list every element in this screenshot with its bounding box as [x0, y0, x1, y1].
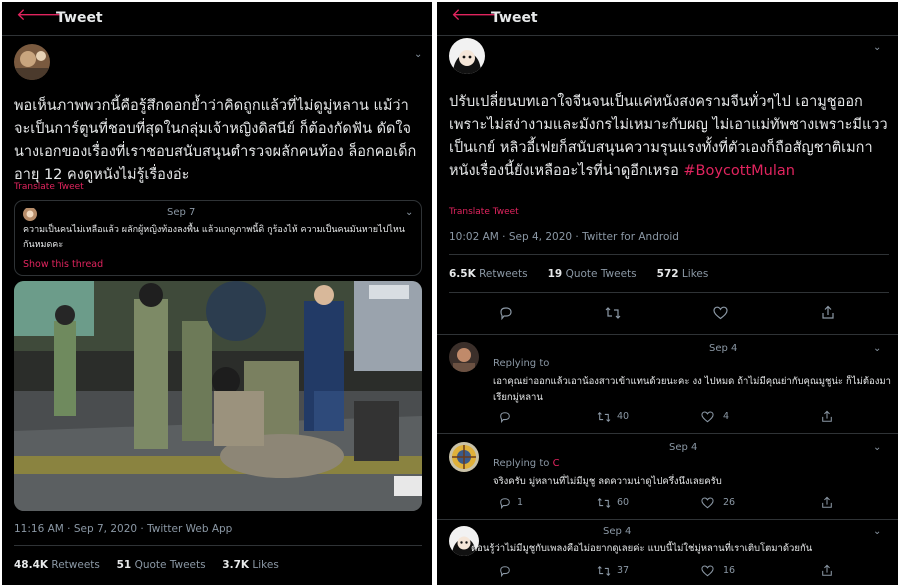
author-avatar[interactable]: [449, 38, 485, 74]
divider: [14, 545, 422, 546]
hashtag-link[interactable]: #BoycottMulan: [683, 163, 795, 179]
header-title: Tweet: [491, 10, 538, 26]
like-icon[interactable]: [713, 306, 728, 320]
reply-date: Sep 4: [709, 343, 738, 354]
tweet-text: พอเห็นภาพพวกนี้คือรู้สึกดอกย้ำว่าคิดถูกแ…: [14, 98, 417, 183]
like-count: 4: [723, 411, 730, 422]
replying-to: Replying to: [493, 358, 550, 369]
chevron-down-icon[interactable]: ⌄: [414, 49, 422, 60]
quoted-date: Sep 7: [167, 207, 196, 218]
like-icon[interactable]: [701, 565, 714, 577]
tweet-photo[interactable]: [14, 281, 422, 511]
quoted-text: ความเป็นคนไม่เหลือแล้ว ผลักผู้หญิงท้องลง…: [23, 225, 405, 250]
retweet-count: 60: [617, 497, 630, 508]
likes-stat[interactable]: 572 Likes: [657, 268, 709, 280]
share-icon[interactable]: [821, 410, 833, 423]
tweet-stats: 48.4K Retweets 51 Quote Tweets 3.7K Like…: [14, 559, 279, 571]
reply-text: เอาคุณย่าออกแล้วเอาน้องสาวเข้าแทนด้วยนะค…: [493, 376, 891, 403]
retweet-icon[interactable]: [597, 411, 611, 423]
chevron-down-icon[interactable]: ⌄: [873, 343, 881, 354]
tweet-text: ปรับเปลี่ยนบทเอาใจจีนจนเป็นแค่หนังสงคราม…: [449, 94, 888, 179]
retweets-stat[interactable]: 48.4K Retweets: [14, 559, 100, 571]
reply-text: จริงครับ มู่หลานที่ไม่มีมูชู ลดความน่าดู…: [493, 476, 722, 487]
divider: [437, 519, 898, 520]
quote-tweets-stat[interactable]: 19 Quote Tweets: [548, 268, 637, 280]
like-count: 26: [723, 497, 736, 508]
divider: [449, 292, 889, 293]
tweet-timestamp: 11:16 AM · Sep 7, 2020 · Twitter Web App: [14, 523, 233, 535]
share-icon[interactable]: [821, 496, 833, 509]
replying-to: Replying to C: [493, 458, 560, 469]
header-title: Tweet: [56, 10, 103, 26]
back-arrow-icon[interactable]: 🡐: [451, 5, 497, 25]
like-icon[interactable]: [701, 497, 714, 509]
chevron-down-icon[interactable]: ⌄: [873, 442, 881, 453]
chevron-down-icon[interactable]: ⌄: [873, 526, 881, 537]
reply-text: ตอนรู้ว่าไม่มีมูชูกับเพลงคือไม่อยากดูเลย…: [471, 543, 813, 554]
retweet-count: 40: [617, 411, 630, 422]
reply-avatar[interactable]: [449, 442, 479, 472]
retweet-icon[interactable]: [605, 306, 621, 320]
reply-date: Sep 4: [603, 526, 632, 537]
chevron-down-icon[interactable]: ⌄: [405, 207, 413, 218]
show-thread-link[interactable]: Show this thread: [23, 259, 103, 270]
retweet-icon[interactable]: [597, 565, 611, 577]
quoted-tweet[interactable]: Sep 7 ⌄ ความเป็นคนไม่เหลือแล้ว ผลักผู้หญ…: [14, 200, 422, 276]
reply-icon[interactable]: [499, 497, 511, 509]
reply-icon[interactable]: [499, 306, 513, 320]
tweet-header: 🡐 Tweet: [437, 2, 898, 36]
chevron-down-icon[interactable]: ⌄: [873, 42, 881, 53]
back-arrow-icon[interactable]: 🡐: [16, 5, 62, 25]
share-icon[interactable]: [821, 305, 835, 320]
retweet-count: 37: [617, 565, 630, 576]
tweet-stats: 6.5K Retweets 19 Quote Tweets 572 Likes: [449, 268, 708, 280]
reply-count: 1: [517, 497, 524, 508]
tweet-timestamp: 10:02 AM · Sep 4, 2020 · Twitter for And…: [449, 231, 679, 243]
reply-avatar[interactable]: [449, 342, 479, 372]
like-count: 16: [723, 565, 736, 576]
translate-tweet-link[interactable]: Translate Tweet: [449, 207, 519, 217]
share-icon[interactable]: [821, 564, 833, 577]
divider: [437, 334, 898, 335]
retweets-stat[interactable]: 6.5K Retweets: [449, 268, 528, 280]
translate-tweet-link[interactable]: Translate Tweet: [14, 182, 84, 192]
like-icon[interactable]: [701, 411, 714, 423]
replying-handle-link[interactable]: C: [553, 458, 560, 469]
retweet-icon[interactable]: [597, 497, 611, 509]
author-avatar[interactable]: [14, 44, 50, 80]
divider: [449, 254, 889, 255]
quoted-avatar: [23, 207, 37, 221]
likes-stat[interactable]: 3.7K Likes: [222, 559, 279, 571]
divider: [437, 433, 898, 434]
reply-icon[interactable]: [499, 565, 511, 577]
reply-icon[interactable]: [499, 411, 511, 423]
quote-tweets-stat[interactable]: 51 Quote Tweets: [117, 559, 206, 571]
tweet-header: 🡐 Tweet: [2, 2, 432, 36]
left-tweet-panel: 🡐 Tweet ⌄ พอเห็นภาพพวกนี้คือรู้สึกดอกย้ำ…: [2, 2, 432, 585]
reply-date: Sep 4: [669, 442, 698, 453]
right-tweet-panel: 🡐 Tweet ⌄ ปรับเปลี่ยนบทเอาใจจีนจนเป็นแค่…: [437, 2, 898, 585]
